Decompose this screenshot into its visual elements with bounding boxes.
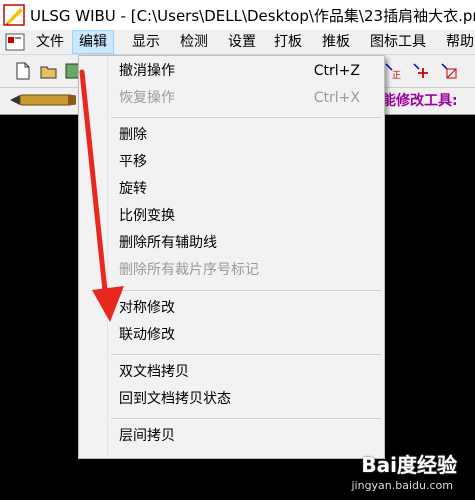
window-title: ULSG WIBU - [C:\Users\DELL\Desktop\作品集\2…: [30, 7, 475, 25]
smart-tool-label: 能修改工具:: [382, 93, 458, 109]
menu-separator: [111, 354, 381, 355]
menu-separator: [111, 117, 381, 118]
document-menu-icon[interactable]: [5, 33, 25, 51]
menu-separator: [111, 418, 381, 419]
menu-item-scale[interactable]: 比例变换: [79, 203, 384, 229]
title-bar: ULSG WIBU - [C:\Users\DELL\Desktop\作品集\2…: [0, 0, 475, 31]
menu-item-delete[interactable]: 删除: [79, 122, 384, 148]
menu-item-layer-copy[interactable]: 层间拷贝: [79, 423, 384, 449]
symmetric-edit-label: 对称修改: [119, 300, 175, 316]
redo-shortcut: Ctrl+X: [313, 90, 360, 106]
cross-tool-icon[interactable]: [412, 62, 430, 80]
pencil-icon[interactable]: [8, 92, 78, 108]
menu-edit[interactable]: 编辑: [72, 30, 114, 54]
menu-item-redo[interactable]: 恢复操作 Ctrl+X: [79, 85, 384, 111]
scale-label: 比例变换: [119, 208, 175, 224]
layer-copy-label: 层间拷贝: [119, 428, 175, 444]
menu-item-undo[interactable]: 撤消操作 Ctrl+Z: [79, 58, 384, 84]
diagonal-tool-icon[interactable]: [440, 62, 458, 80]
delete-piece-marks-label: 删除所有裁片序号标记: [119, 262, 259, 278]
menu-help[interactable]: 帮助: [440, 31, 475, 53]
menu-file[interactable]: 文件: [30, 31, 70, 53]
back-to-copy-state-label: 回到文档拷贝状态: [119, 391, 231, 407]
svg-text:正: 正: [392, 71, 401, 80]
menu-item-delete-piece-marks[interactable]: 删除所有裁片序号标记: [79, 257, 384, 283]
open-folder-icon[interactable]: [40, 62, 58, 80]
watermark: Bai度经验 jingyan.baidu.com: [317, 452, 467, 496]
watermark-logo: Bai度经验: [361, 453, 457, 477]
app-icon: [3, 4, 25, 26]
point-tool-icon[interactable]: 正: [384, 62, 402, 80]
dual-doc-copy-label: 双文档拷贝: [119, 364, 189, 380]
delete-label: 删除: [119, 127, 147, 143]
move-label: 平移: [119, 154, 147, 170]
redo-label: 恢复操作: [119, 90, 175, 106]
menu-settings[interactable]: 设置: [222, 31, 262, 53]
menu-item-linked-edit[interactable]: 联动修改: [79, 322, 384, 348]
menu-item-move[interactable]: 平移: [79, 149, 384, 175]
linked-edit-label: 联动修改: [119, 327, 175, 343]
edit-menu-dropdown: 撤消操作 Ctrl+Z 恢复操作 Ctrl+X 删除 平移 旋转 比例变换 删除…: [78, 55, 385, 459]
menu-pattern[interactable]: 打板: [268, 31, 308, 53]
menu-item-rotate[interactable]: 旋转: [79, 176, 384, 202]
delete-guides-label: 删除所有辅助线: [119, 235, 217, 251]
menu-view[interactable]: 显示: [126, 31, 166, 53]
undo-label: 撤消操作: [119, 63, 175, 79]
menu-icon-tools[interactable]: 图标工具: [364, 31, 432, 53]
menu-item-symmetric-edit[interactable]: 对称修改: [79, 295, 384, 321]
menu-item-dual-doc-copy[interactable]: 双文档拷贝: [79, 359, 384, 385]
menu-item-back-to-copy-state[interactable]: 回到文档拷贝状态: [79, 386, 384, 412]
undo-shortcut: Ctrl+Z: [313, 63, 360, 79]
menu-check[interactable]: 检测: [174, 31, 214, 53]
menu-separator: [111, 290, 381, 291]
rotate-label: 旋转: [119, 181, 147, 197]
menu-item-delete-guides[interactable]: 删除所有辅助线: [79, 230, 384, 256]
new-file-icon[interactable]: [14, 62, 32, 80]
menu-grading[interactable]: 推板: [316, 31, 356, 53]
watermark-url: jingyan.baidu.com: [351, 479, 453, 492]
